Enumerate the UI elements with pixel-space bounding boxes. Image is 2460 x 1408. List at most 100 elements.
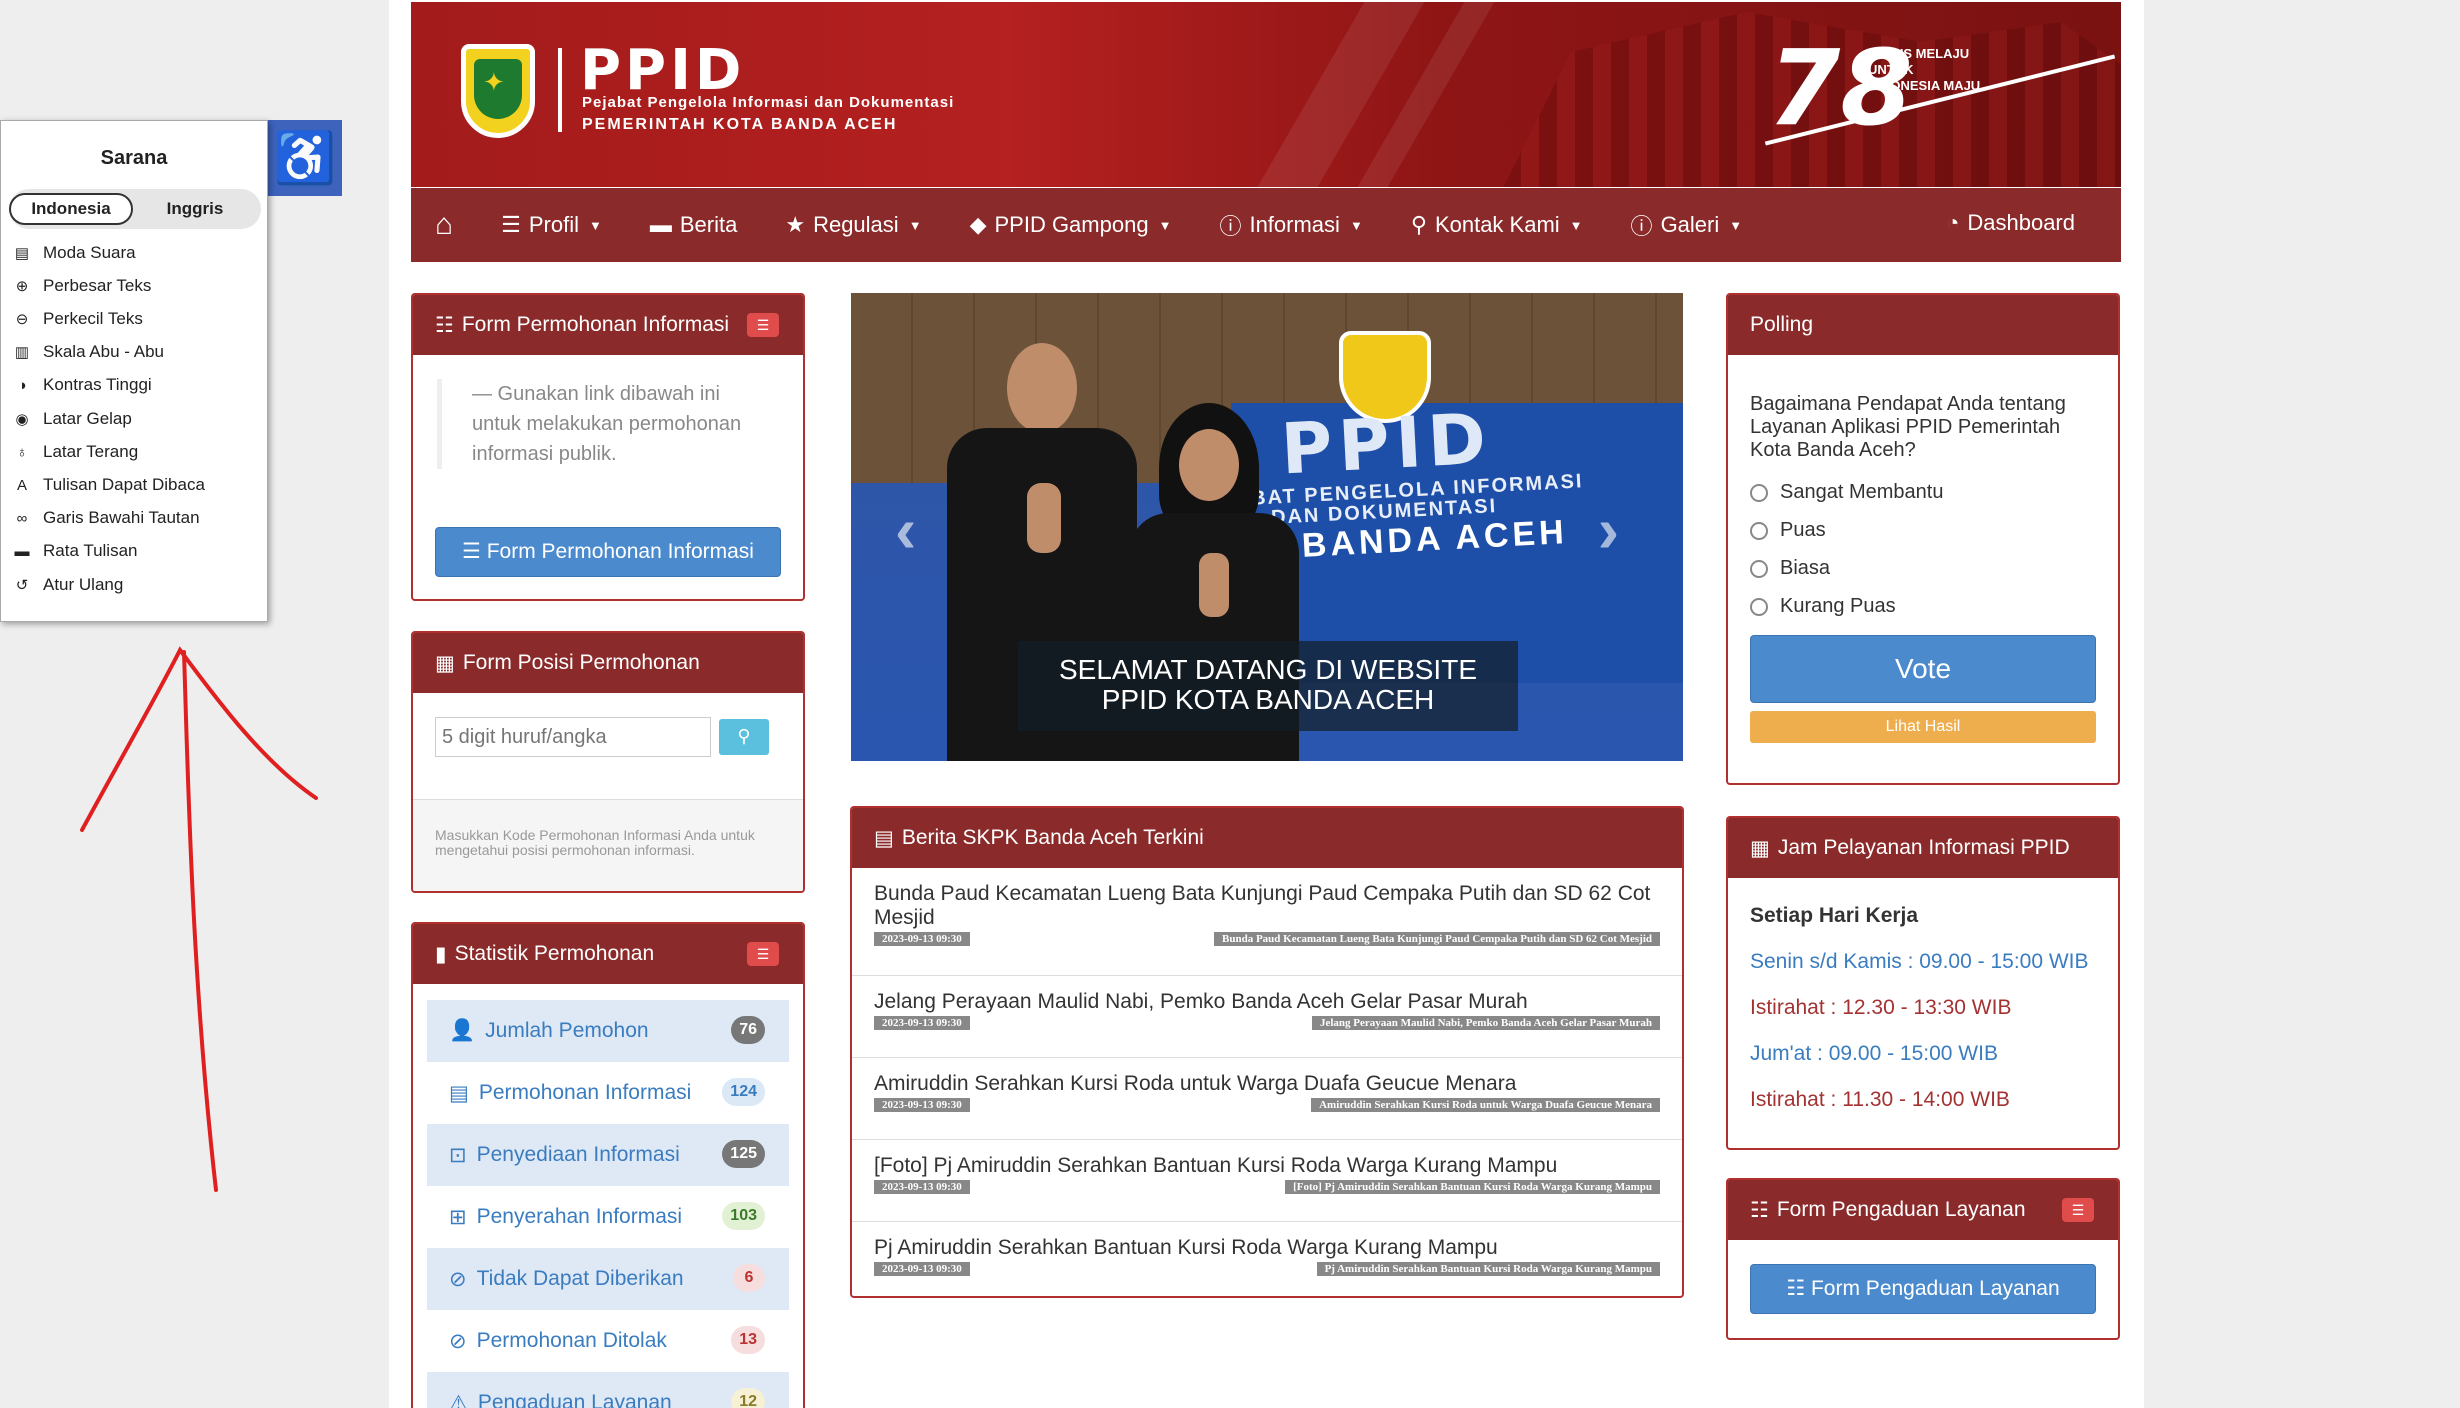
acc-item-perbesar-teks[interactable]: ⊕ Perbesar Teks [13, 276, 152, 296]
acc-item-latar-terang[interactable]: ♁ Latar Terang [13, 442, 138, 462]
panel-title: Berita SKPK Banda Aceh Terkini [901, 826, 1204, 849]
anniversary-tagline: TERUS MELAJU UNTUK INDONESIA MAJU [1868, 46, 1981, 93]
stat-penyediaan-informasi[interactable]: ⊡ Penyediaan Informasi 125 [427, 1124, 789, 1186]
acc-item-moda-suara[interactable]: ▤ Moda Suara [13, 243, 136, 263]
nav-dashboard[interactable]: ◔ Dashboard [1946, 210, 2075, 236]
radio-button[interactable] [1750, 521, 1768, 540]
collapse-icon[interactable]: ☰ [747, 313, 779, 337]
acc-label: Latar Gelap [43, 409, 132, 428]
news-item[interactable]: Bunda Paud Kecamatan Lueng Bata Kunjungi… [852, 868, 1682, 976]
home-icon[interactable]: ⌂ [435, 208, 453, 242]
jam-line: Istirahat : 12.30 - 13:30 WIB [1750, 996, 2012, 1019]
caret-down-icon: ▼ [1729, 217, 1743, 233]
lihat-hasil-button[interactable]: Lihat Hasil [1750, 711, 2096, 743]
list-icon: ☷ [1750, 1198, 1769, 1222]
nav-label: Regulasi [813, 212, 899, 237]
search-button[interactable]: ⚲ [719, 719, 769, 755]
acc-label: Atur Ulang [43, 575, 124, 594]
stat-jumlah-pemohon[interactable]: 👤 Jumlah Pemohon 76 [427, 1000, 789, 1062]
nav-item-profil[interactable]: ☰ Profil ▼ [501, 212, 602, 238]
news-slug: Jelang Perayaan Maulid Nabi, Pemko Banda… [1311, 1016, 1660, 1030]
info-icon: ⓘ [1219, 214, 1242, 239]
form-pengaduan-button[interactable]: ☷ Form Pengaduan Layanan [1750, 1264, 2096, 1314]
acc-item-rata-tulisan[interactable]: ▬ Rata Tulisan [13, 541, 138, 561]
nav-item-ppid-gampong[interactable]: ◆ PPID Gampong ▼ [970, 212, 1172, 238]
panel-title: Jam Pelayanan Informasi PPID [1777, 836, 2070, 859]
header-divider [558, 48, 562, 132]
stat-count-badge: 103 [722, 1202, 765, 1230]
carousel-next-icon[interactable]: › [1598, 493, 1619, 567]
nav-item-informasi[interactable]: ⓘ Informasi ▼ [1219, 209, 1362, 241]
news-title[interactable]: [Foto] Pj Amiruddin Serahkan Bantuan Kur… [874, 1154, 1660, 1178]
stat-pengaduan-layanan[interactable]: ⚠ Pengaduan Layanan 12 [427, 1372, 789, 1408]
news-item[interactable]: Amiruddin Serahkan Kursi Roda untuk Warg… [852, 1058, 1682, 1140]
newspaper-icon: ▤ [874, 826, 894, 850]
radio-button[interactable] [1750, 559, 1768, 578]
hero-carousel[interactable]: PPID BAT PENGELOLA INFORMASI DAN DOKUMEN… [851, 293, 1683, 761]
news-item[interactable]: Jelang Perayaan Maulid Nabi, Pemko Banda… [852, 976, 1682, 1058]
option-label: Kurang Puas [1780, 595, 1896, 617]
nav-item-galeri[interactable]: ⓘ Galeri ▼ [1631, 209, 1743, 241]
panel-header: ☷ Form Pengaduan Layanan ☰ [1728, 1180, 2118, 1240]
kode-permohonan-input[interactable] [435, 717, 711, 757]
eye-icon: ◉ [15, 411, 29, 428]
news-title[interactable]: Jelang Perayaan Maulid Nabi, Pemko Banda… [874, 990, 1660, 1014]
font-icon: A [16, 476, 27, 494]
form-permohonan-button[interactable]: ☰ Form Permohonan Informasi [435, 527, 781, 577]
news-title[interactable]: Amiruddin Serahkan Kursi Roda untuk Warg… [874, 1072, 1660, 1096]
lang-indonesia[interactable]: Indonesia [9, 193, 133, 225]
acc-label: Garis Bawahi Tautan [43, 508, 200, 527]
lang-inggris[interactable]: Inggris [133, 193, 257, 225]
news-item[interactable]: [Foto] Pj Amiruddin Serahkan Bantuan Kur… [852, 1140, 1682, 1222]
poll-option-puas[interactable]: Puas [1750, 519, 1826, 542]
nav-label: PPID Gampong [994, 212, 1149, 237]
acc-item-tulisan-dibaca[interactable]: A Tulisan Dapat Dibaca [13, 475, 205, 495]
panel-header: ▦ Form Posisi Permohonan [413, 633, 803, 693]
nav-item-regulasi[interactable]: ★ Regulasi ▼ [785, 212, 921, 238]
option-label: Sangat Membantu [1780, 481, 1944, 503]
accessibility-toggle-button[interactable]: ♿ [268, 120, 342, 196]
caption-line2: PPID KOTA BANDA ACEH [1101, 684, 1435, 715]
stat-permohonan-informasi[interactable]: ▤ Permohonan Informasi 124 [427, 1062, 789, 1124]
collapse-icon[interactable]: ☰ [2062, 1198, 2094, 1222]
nav-item-berita[interactable]: ▬ Berita [650, 212, 737, 238]
stat-label: Permohonan Ditolak [476, 1329, 667, 1352]
stat-permohonan-ditolak[interactable]: ⊘ Permohonan Ditolak 13 [427, 1310, 789, 1372]
stat-count-badge: 124 [722, 1078, 765, 1106]
nav-label: Kontak Kami [1434, 212, 1560, 237]
nav-item-kontak[interactable]: ⚲ Kontak Kami ▼ [1411, 212, 1583, 238]
comment-icon: ▬ [14, 542, 30, 560]
caret-down-icon: ▼ [588, 217, 602, 233]
collapse-icon[interactable]: ☰ [747, 942, 779, 966]
file-icon: ▤ [449, 1081, 469, 1105]
poll-option-kurang-puas[interactable]: Kurang Puas [1750, 595, 1896, 618]
acc-label: Moda Suara [43, 243, 136, 262]
acc-label: Latar Terang [43, 442, 139, 461]
stat-penyerahan-informasi[interactable]: ⊞ Penyerahan Informasi 103 [427, 1186, 789, 1248]
radio-button[interactable] [1750, 597, 1768, 616]
city-crest-logo[interactable]: ✦ [461, 44, 535, 138]
panel-title: Form Posisi Permohonan [462, 651, 700, 674]
news-slug: [Foto] Pj Amiruddin Serahkan Bantuan Kur… [1285, 1180, 1660, 1194]
jam-line: Jum'at : 09.00 - 15:00 WIB [1750, 1042, 1998, 1065]
qrcode-icon: ▦ [435, 651, 455, 675]
acc-item-latar-gelap[interactable]: ◉ Latar Gelap [13, 409, 132, 429]
acc-item-garis-bawahi[interactable]: ∞ Garis Bawahi Tautan [13, 508, 200, 528]
carousel-prev-icon[interactable]: ‹ [895, 493, 916, 567]
poll-option-sangat-membantu[interactable]: Sangat Membantu [1750, 481, 1943, 504]
annotation-arrow [80, 646, 318, 1192]
news-item[interactable]: Pj Amiruddin Serahkan Bantuan Kursi Roda… [852, 1222, 1682, 1296]
zoom-in-icon: ⊕ [15, 278, 29, 295]
acc-item-perkecil-teks[interactable]: ⊖ Perkecil Teks [13, 309, 143, 329]
poll-question: Bagaimana Pendapat Anda tentang Layanan … [1750, 393, 2066, 461]
news-title[interactable]: Pj Amiruddin Serahkan Bantuan Kursi Roda… [874, 1236, 1660, 1260]
acc-item-kontras-tinggi[interactable]: ◑ Kontras Tinggi [13, 375, 151, 395]
poll-option-biasa[interactable]: Biasa [1750, 557, 1830, 580]
stat-count-badge: 13 [731, 1326, 765, 1354]
news-title[interactable]: Bunda Paud Kecamatan Lueng Bata Kunjungi… [874, 882, 1660, 930]
acc-item-atur-ulang[interactable]: ↺ Atur Ulang [13, 575, 124, 595]
vote-button[interactable]: Vote [1750, 635, 2096, 703]
acc-item-skala-abu[interactable]: ▥ Skala Abu - Abu [13, 342, 164, 362]
radio-button[interactable] [1750, 483, 1768, 502]
stat-tidak-dapat-diberikan[interactable]: ⊘ Tidak Dapat Diberikan 6 [427, 1248, 789, 1310]
